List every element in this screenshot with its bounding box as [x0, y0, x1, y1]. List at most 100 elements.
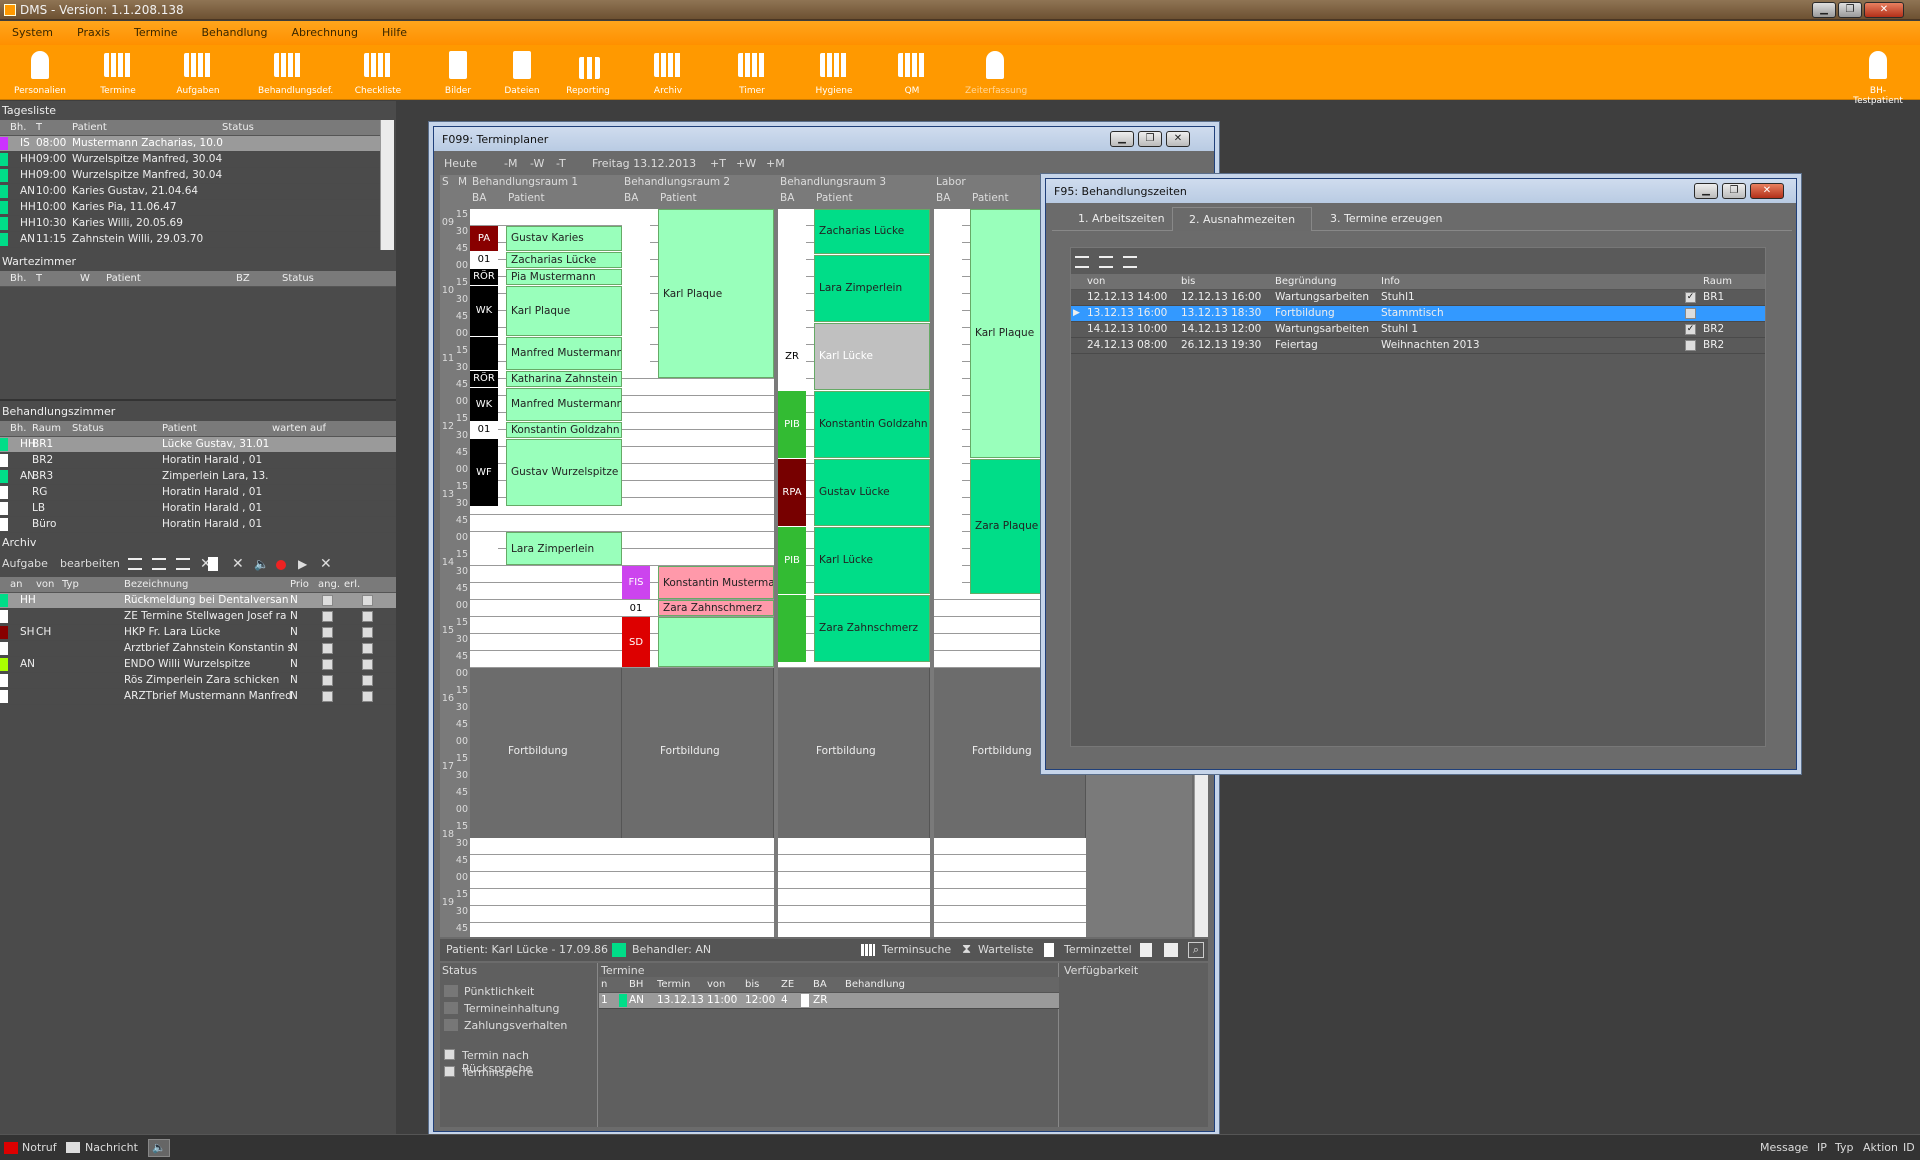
appointment-ba[interactable]: WK [470, 387, 498, 421]
bz-close-button[interactable]: ✕ [1750, 183, 1784, 199]
appointment-ba[interactable]: PIB [778, 526, 806, 594]
appointment[interactable]: Katharina Zahnstein [506, 370, 622, 387]
menu-system[interactable]: System [0, 21, 65, 45]
appointment[interactable]: Manfred Mustermann [506, 387, 622, 421]
appointment-ba[interactable] [778, 594, 806, 662]
table-row[interactable]: AN 11:15 Zahnstein Willi, 29.03.70 [0, 232, 380, 248]
appointment[interactable]: Karl Plaque [506, 285, 622, 336]
bearbeiten-button[interactable]: bearbeiten [60, 553, 120, 575]
play-icon[interactable]: ▶ [298, 553, 307, 575]
appointment-ba[interactable]: RPA [778, 458, 806, 526]
planner-minimize-button[interactable]: ▁ [1110, 131, 1134, 147]
column-header[interactable]: von [1087, 274, 1105, 289]
checkbox[interactable] [322, 643, 333, 654]
list-edit-icon[interactable] [152, 558, 166, 570]
column-header[interactable]: ZE [781, 977, 794, 992]
record-icon[interactable] [276, 560, 286, 570]
hourglass-icon[interactable]: ⧗ [962, 939, 971, 961]
column-header[interactable]: bis [745, 977, 759, 992]
toolbar-aufgaben[interactable]: Aufgaben [168, 47, 228, 96]
toolbar-personalien[interactable]: Personalien [10, 47, 70, 96]
appointment[interactable]: Lara Zimperlein [506, 532, 622, 565]
appointment[interactable]: Gustav Lücke [814, 458, 930, 526]
checkbox[interactable] [1685, 340, 1696, 351]
toolbar-archiv[interactable]: Archiv [638, 47, 698, 96]
room-header[interactable]: Behandlungsraum 2 [624, 175, 730, 189]
column-header[interactable]: Status [222, 120, 254, 135]
checkbox[interactable] [362, 627, 373, 638]
column-header[interactable]: bis [1181, 274, 1195, 289]
check-item[interactable]: Terminsperre [444, 1064, 594, 1080]
column-header[interactable]: von [36, 577, 54, 592]
appointment[interactable]: Zara Zahnschmerz [814, 594, 930, 662]
nav-3[interactable]: -T [556, 154, 566, 174]
nav-0[interactable]: Heute [444, 154, 477, 174]
column-header[interactable]: T [36, 120, 42, 135]
table-row[interactable]: AN ENDO Willi Wurzelspitze N [0, 657, 396, 673]
checkbox[interactable] [322, 659, 333, 670]
column-header[interactable]: BA [813, 977, 827, 992]
toolbar-behandlungsdef[interactable]: Behandlungsdef. [258, 47, 333, 96]
list-delete-icon[interactable] [176, 558, 190, 570]
planner-scrollbar[interactable] [1194, 767, 1208, 937]
planner-restore-button[interactable]: ❐ [1138, 131, 1162, 147]
column-header[interactable]: Bh. [10, 421, 26, 436]
toolbar-dateien[interactable]: Dateien [492, 47, 552, 96]
speaker-icon[interactable]: 🔈 [148, 1139, 170, 1157]
notruf-icon[interactable] [4, 1142, 18, 1154]
search-icon[interactable]: ⌕ [1188, 942, 1204, 958]
appointment[interactable]: Lara Zimperlein [814, 254, 930, 322]
appointment-ba[interactable] [470, 532, 498, 565]
appointment[interactable]: Zacharias Lücke [814, 209, 930, 254]
checkbox[interactable] [322, 675, 333, 686]
checkbox[interactable] [322, 627, 333, 638]
room-header[interactable]: Behandlungsraum 3 [780, 175, 886, 189]
planner-close-button[interactable]: ✕ [1166, 131, 1190, 147]
table-row[interactable]: Büro Horatin Harald , 01 [0, 517, 396, 533]
checkbox[interactable] [322, 691, 333, 702]
appointment-ba[interactable] [622, 209, 650, 378]
minimize-button[interactable]: ▁ [1812, 2, 1836, 18]
column-header[interactable]: n [601, 977, 607, 992]
table-row[interactable]: AN 10:00 Karies Gustav, 21.04.64 [0, 184, 380, 200]
cancel-icon[interactable]: ✕ [320, 553, 332, 575]
calendar-icon[interactable] [861, 944, 875, 956]
list-add-icon[interactable] [128, 558, 142, 570]
bz-minimize-button[interactable]: ▁ [1694, 183, 1718, 199]
toolbar-termine[interactable]: Termine [88, 47, 148, 96]
appointment-ba[interactable]: 01 [622, 600, 650, 616]
column-header[interactable]: Raum [32, 421, 61, 436]
tab-1[interactable]: 2. Ausnahmezeiten [1172, 207, 1313, 231]
column-header[interactable]: an [10, 577, 22, 592]
column-header[interactable]: Behandlung [845, 977, 905, 992]
column-header[interactable]: Status [282, 271, 314, 286]
appointment-ba[interactable]: 01 [470, 421, 498, 438]
list-delete-icon[interactable] [1123, 256, 1137, 268]
appointment[interactable]: Konstantin Musterman [658, 566, 774, 599]
column-header[interactable]: Termin [657, 977, 690, 992]
tagesliste-scrollbar[interactable] [380, 120, 394, 250]
column-header[interactable]: Patient [162, 421, 197, 436]
speaker-icon[interactable]: 🔈 [254, 553, 269, 575]
table-row[interactable]: HH 10:00 Karies Pia, 11.06.47 [0, 200, 380, 216]
aufgabe-button[interactable]: Aufgabe [2, 553, 48, 575]
table-row[interactable]: BR2 Horatin Harald , 01 [0, 453, 396, 469]
table-row[interactable]: AN BR3 Zimperlein Lara, 13. [0, 469, 396, 485]
toolbar-timer[interactable]: Timer [722, 47, 782, 96]
table-row[interactable]: HH 09:00 Wurzelspitze Manfred, 30.04 [0, 152, 380, 168]
appointment[interactable]: Zacharias Lücke [506, 251, 622, 268]
appointment[interactable]: Karl Lücke [814, 526, 930, 594]
column-header[interactable]: Bh. [10, 271, 26, 286]
column-header[interactable]: Patient [72, 120, 107, 135]
appointment[interactable]: Konstantin Goldzahn [814, 390, 930, 458]
column-header[interactable]: BH [629, 977, 643, 992]
checkbox[interactable] [362, 691, 373, 702]
warteliste-button[interactable]: Warteliste [978, 939, 1033, 961]
appointment-ba[interactable]: PA [470, 226, 498, 251]
appointment-ba[interactable]: RÖR [470, 268, 498, 285]
nav-4[interactable]: Freitag 13.12.2013 [592, 154, 696, 174]
room-header[interactable]: Behandlungsraum 1 [472, 175, 578, 189]
menu-behandlung[interactable]: Behandlung [190, 21, 280, 45]
terminzettel-button[interactable]: Terminzettel [1064, 939, 1132, 961]
toolbar-hygiene[interactable]: Hygiene [804, 47, 864, 96]
